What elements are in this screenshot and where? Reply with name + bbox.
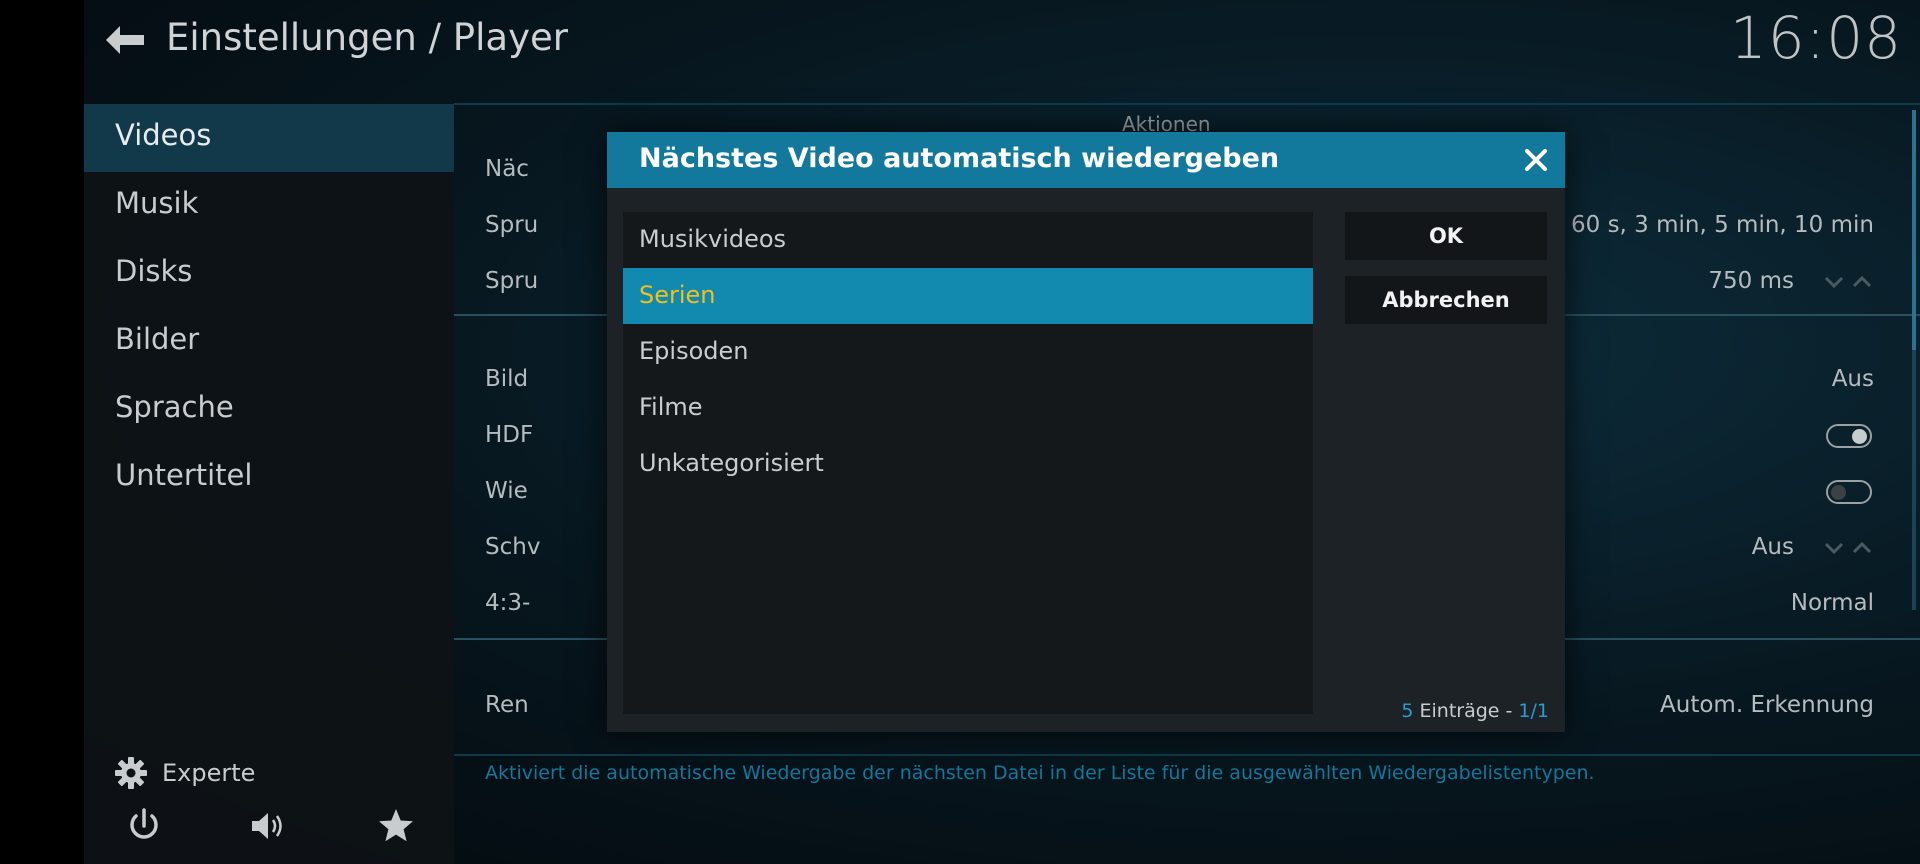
- list-item-filme[interactable]: Filme: [623, 380, 1313, 436]
- setting-label: Ren: [485, 692, 529, 718]
- list-item-unkategorisiert[interactable]: Unkategorisiert: [623, 436, 1313, 492]
- back-arrow-icon[interactable]: [102, 22, 148, 58]
- list-item-label: Musikvideos: [639, 225, 787, 253]
- list-item-serien[interactable]: Serien: [623, 268, 1313, 324]
- sidebar: Videos Musik Disks Bilder Sprache Untert…: [84, 104, 454, 864]
- sidebar-item-label: Untertitel: [115, 458, 253, 492]
- power-icon[interactable]: [122, 804, 166, 848]
- sidebar-item-label: Videos: [115, 118, 212, 152]
- setting-label: Bild: [485, 366, 529, 392]
- setting-label: Näc: [485, 156, 529, 182]
- sidebar-item-label: Disks: [115, 254, 193, 288]
- setting-value: Autom. Erkennung: [1660, 692, 1874, 718]
- gear-icon: [115, 757, 147, 789]
- close-icon[interactable]: [1521, 145, 1551, 175]
- sidebar-item-label: Musik: [115, 186, 199, 220]
- volume-icon[interactable]: [246, 804, 290, 848]
- kodi-app: Einstellungen / Player 16:08 Videos Musi…: [84, 0, 1920, 864]
- dialog-header: Nächstes Video automatisch wiedergeben: [607, 132, 1565, 188]
- dialog-title: Nächstes Video automatisch wiedergeben: [639, 143, 1280, 174]
- toggle-knob: [1852, 429, 1867, 444]
- spinner-arrows-icon[interactable]: [1824, 538, 1874, 558]
- sidebar-item-sprache[interactable]: Sprache: [84, 376, 454, 444]
- option-list: Musikvideos Serien Episoden Filme Unkate…: [623, 212, 1313, 714]
- item-count-label: Einträge -: [1413, 700, 1519, 722]
- list-item-label: Serien: [639, 281, 716, 309]
- scrollbar[interactable]: [1912, 110, 1916, 610]
- spinner-arrows-icon[interactable]: [1824, 272, 1874, 292]
- list-item-label: Filme: [639, 393, 703, 421]
- sidebar-item-videos[interactable]: Videos: [84, 104, 454, 172]
- item-count: 5 Einträge - 1/1: [1401, 700, 1549, 722]
- description-divider: [454, 754, 1920, 756]
- settings-level-label: Experte: [162, 759, 256, 787]
- setting-value: 750 ms: [1708, 268, 1794, 294]
- sidebar-item-bilder[interactable]: Bilder: [84, 308, 454, 376]
- ok-button[interactable]: OK: [1345, 212, 1547, 260]
- page-title: Einstellungen / Player: [166, 16, 568, 59]
- setting-label: Schv: [485, 534, 541, 560]
- setting-value: Aus: [1831, 366, 1874, 392]
- sidebar-item-untertitel[interactable]: Untertitel: [84, 444, 454, 512]
- sidebar-item-disks[interactable]: Disks: [84, 240, 454, 308]
- header: Einstellungen / Player 16:08: [84, 0, 1920, 105]
- list-item-musikvideos[interactable]: Musikvideos: [623, 212, 1313, 268]
- setting-label: 4:3-: [485, 590, 531, 616]
- list-item-label: Episoden: [639, 337, 749, 365]
- setting-description: Aktiviert die automatische Wiedergabe de…: [485, 762, 1595, 784]
- setting-label: HDF: [485, 422, 534, 448]
- select-dialog: Nächstes Video automatisch wiedergeben M…: [607, 132, 1565, 732]
- letterbox: [0, 0, 84, 864]
- sidebar-item-label: Sprache: [115, 390, 234, 424]
- setting-label: Spru: [485, 268, 539, 294]
- star-icon[interactable]: [374, 804, 418, 848]
- toggle-switch-on[interactable]: [1826, 424, 1872, 448]
- sidebar-item-musik[interactable]: Musik: [84, 172, 454, 240]
- setting-label: Wie: [485, 478, 528, 504]
- page-indicator: 1/1: [1518, 700, 1549, 722]
- toggle-knob: [1831, 485, 1846, 500]
- setting-value: Normal: [1790, 590, 1874, 616]
- cancel-button[interactable]: Abbrechen: [1345, 276, 1547, 324]
- list-item-label: Unkategorisiert: [639, 449, 824, 477]
- setting-label: Spru: [485, 212, 539, 238]
- list-item-episoden[interactable]: Episoden: [623, 324, 1313, 380]
- item-count-number: 5: [1401, 700, 1414, 722]
- clock: 16:08: [1729, 4, 1902, 72]
- setting-value: Aus: [1751, 534, 1794, 560]
- sidebar-item-label: Bilder: [115, 322, 200, 356]
- scrollbar-thumb[interactable]: [1912, 110, 1916, 350]
- toggle-switch-off[interactable]: [1826, 480, 1872, 504]
